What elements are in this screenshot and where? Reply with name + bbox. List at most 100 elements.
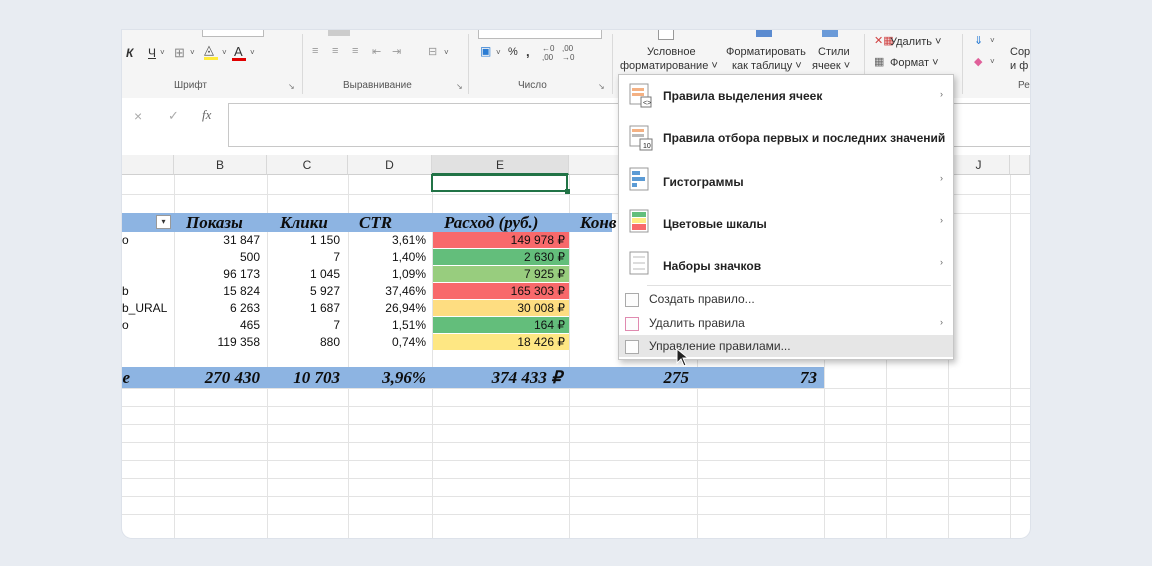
cell-styles-icon[interactable] [822, 30, 838, 37]
table-cell-spend[interactable]: 18 426 ₽ [432, 334, 565, 351]
merge-center-icon[interactable]: ⊟ [428, 45, 437, 58]
fill-color-icon[interactable]: ◬ [204, 42, 214, 58]
table-cell-name[interactable]: o [122, 232, 172, 249]
fill-handle[interactable] [565, 189, 570, 194]
alignment-launcher-icon[interactable]: ↘ [456, 82, 463, 91]
table-cell-clicks[interactable]: 1 150 [267, 232, 340, 249]
format-cells-icon[interactable]: ▦ [874, 55, 884, 68]
column-header-k[interactable] [1010, 155, 1030, 175]
table-cell-clicks[interactable]: 1 045 [267, 266, 340, 283]
comma-style-icon[interactable]: , [526, 44, 530, 59]
underline-dropdown-icon[interactable]: ˅ [160, 48, 165, 57]
conditional-format-icon[interactable] [658, 30, 674, 40]
table-cell-clicks[interactable]: 5 927 [267, 283, 340, 300]
table-cell-clicks[interactable]: 1 687 [267, 300, 340, 317]
menu-item-highlight-rules[interactable]: <> Правила выделения ячеек › [619, 75, 953, 117]
table-cell-spend[interactable]: 149 978 ₽ [432, 232, 565, 249]
underline-button[interactable]: Ч [148, 46, 156, 60]
delete-button[interactable]: Удалить ˅ [890, 36, 941, 48]
borders-dropdown-icon[interactable]: ˅ [190, 48, 195, 57]
table-cell-clicks[interactable]: 7 [267, 249, 340, 266]
merge-dropdown-icon[interactable]: ˅ [444, 48, 449, 57]
table-cell-ctr[interactable]: 37,46% [348, 283, 426, 300]
column-header-d[interactable]: D [348, 155, 432, 175]
sort-filter-label-2[interactable]: и ф [1010, 60, 1028, 72]
accounting-dropdown-icon[interactable]: ˅ [496, 48, 501, 57]
cancel-icon[interactable]: × [134, 108, 142, 124]
table-cell-ctr[interactable]: 0,74% [348, 334, 426, 351]
column-header-j[interactable]: J [948, 155, 1010, 175]
menu-item-top-bottom-rules[interactable]: 10 Правила отбора первых и последних зна… [619, 117, 953, 159]
table-cell-spend[interactable]: 2 630 ₽ [432, 249, 565, 266]
column-header-a[interactable] [122, 155, 174, 175]
format-as-table-icon[interactable] [756, 30, 772, 37]
table-cell-clicks[interactable]: 7 [267, 317, 340, 334]
increase-indent-icon[interactable]: ⇥ [392, 45, 401, 58]
align-left-icon[interactable]: ≡ [312, 45, 318, 57]
font-color-icon[interactable]: A [234, 44, 243, 59]
insert-function-icon[interactable]: fx [202, 107, 211, 123]
table-cell-impressions[interactable]: 6 263 [174, 300, 260, 317]
menu-item-data-bars[interactable]: Гистограммы › [619, 159, 953, 201]
increase-decimal-icon[interactable]: ←0,00 [542, 44, 554, 62]
table-cell-impressions[interactable]: 500 [174, 249, 260, 266]
table-cell-ctr[interactable]: 26,94% [348, 300, 426, 317]
cell-styles-label-1[interactable]: Стили [818, 46, 850, 58]
column-header-c[interactable]: C [267, 155, 348, 175]
percent-button[interactable]: % [508, 46, 518, 58]
table-cell-impressions[interactable]: 31 847 [174, 232, 260, 249]
selected-cell-e2[interactable] [431, 174, 568, 192]
column-header-b[interactable]: B [174, 155, 267, 175]
table-cell-ctr[interactable]: 1,51% [348, 317, 426, 334]
merge-icon[interactable] [328, 30, 350, 36]
align-right-icon[interactable]: ≡ [352, 45, 358, 57]
font-size-box[interactable] [202, 30, 264, 37]
menu-item-new-rule[interactable]: Создать правило... [619, 287, 953, 311]
cell-styles-button[interactable]: ячеек ˅ [812, 60, 850, 72]
table-cell-spend[interactable]: 164 ₽ [432, 317, 565, 334]
menu-item-manage-rules[interactable]: Управление правилами... [619, 335, 953, 357]
clear-dropdown-icon[interactable]: ˅ [990, 57, 995, 66]
table-cell-spend[interactable]: 30 008 ₽ [432, 300, 565, 317]
conditional-format-label-1[interactable]: Условное [647, 46, 696, 58]
table-cell-name[interactable] [122, 249, 172, 266]
table-cell-name[interactable]: o [122, 317, 172, 334]
number-format-box[interactable] [478, 30, 602, 39]
font-launcher-icon[interactable]: ↘ [288, 82, 295, 91]
filter-dropdown-icon[interactable]: ▾ [156, 215, 171, 229]
column-header-e[interactable]: E [432, 155, 569, 175]
enter-icon[interactable]: ✓ [168, 108, 179, 124]
clear-eraser-icon[interactable]: ◆ [974, 55, 982, 68]
italic-button[interactable]: К [126, 46, 133, 60]
table-cell-spend[interactable]: 7 925 ₽ [432, 266, 565, 283]
format-as-table-button[interactable]: как таблицу ˅ [732, 60, 802, 72]
table-cell-ctr[interactable]: 1,09% [348, 266, 426, 283]
table-cell-clicks[interactable]: 880 [267, 334, 340, 351]
table-cell-impressions[interactable]: 119 358 [174, 334, 261, 351]
fill-dropdown-icon[interactable]: ˅ [990, 36, 995, 45]
menu-item-clear-rules[interactable]: Удалить правила › [619, 311, 953, 335]
sort-filter-label-1[interactable]: Сор [1010, 46, 1030, 58]
fill-down-icon[interactable]: ⇓ [974, 34, 983, 47]
menu-item-color-scales[interactable]: Цветовые шкалы › [619, 201, 953, 243]
table-cell-name[interactable]: b_URAL [122, 300, 172, 317]
decrease-indent-icon[interactable]: ⇤ [372, 45, 381, 58]
table-cell-ctr[interactable]: 1,40% [348, 249, 426, 266]
conditional-format-button[interactable]: форматирование ˅ [620, 60, 718, 72]
format-button[interactable]: Формат ˅ [890, 57, 939, 69]
table-cell-name[interactable] [122, 334, 172, 351]
table-cell-impressions[interactable]: 15 824 [174, 283, 260, 300]
menu-item-icon-sets[interactable]: Наборы значков › [619, 243, 953, 285]
table-cell-impressions[interactable]: 465 [174, 317, 260, 334]
decrease-decimal-icon[interactable]: ,00 →0 [562, 44, 574, 62]
fill-dropdown-icon[interactable]: ˅ [222, 48, 227, 57]
accounting-format-icon[interactable]: ▣ [480, 44, 491, 58]
font-color-dropdown-icon[interactable]: ˅ [250, 48, 255, 57]
table-cell-name[interactable]: b [122, 283, 172, 300]
number-launcher-icon[interactable]: ↘ [598, 82, 605, 91]
format-as-table-label-1[interactable]: Форматировать [726, 46, 806, 58]
borders-icon[interactable]: ⊞ [174, 45, 185, 61]
table-cell-name[interactable] [122, 266, 172, 283]
table-cell-impressions[interactable]: 96 173 [174, 266, 260, 283]
table-cell-spend[interactable]: 165 303 ₽ [432, 283, 565, 300]
